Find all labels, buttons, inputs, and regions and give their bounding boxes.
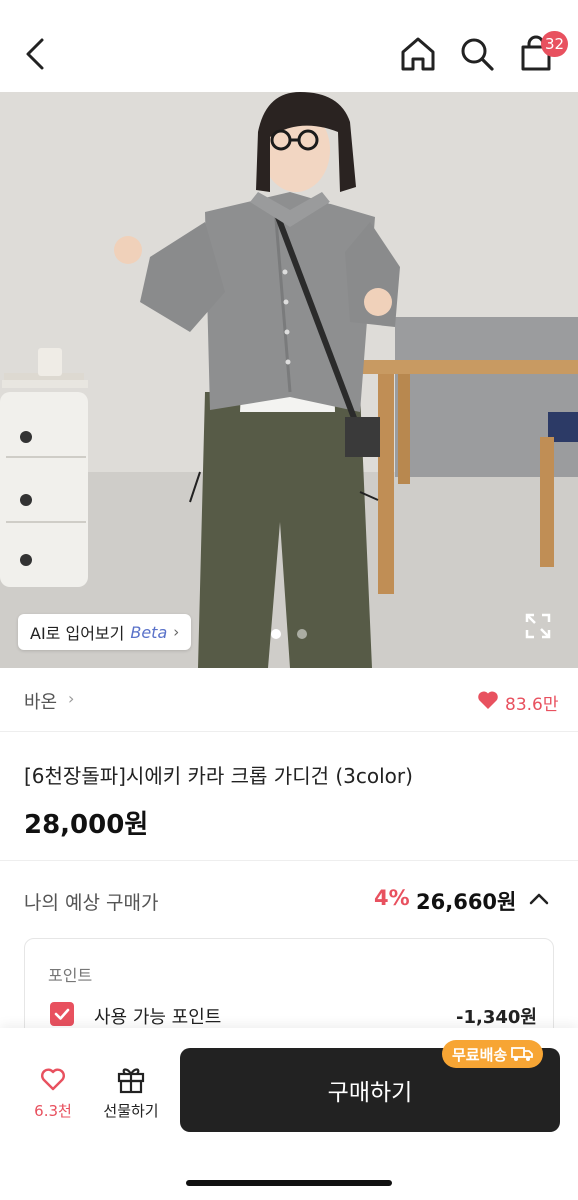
heart-outline-icon [41,1068,65,1091]
cart-count-badge: 32 [541,31,569,57]
gift-button[interactable]: 선물하기 [96,1060,166,1130]
ai-tryon-label: AI로 입어보기 [30,624,125,643]
use-points-label: 사용 가능 포인트 [94,1007,222,1028]
chevron-up-icon [529,893,549,905]
app-header: 32 [0,0,578,92]
divider [0,860,578,861]
chevron-right-icon: › [173,623,180,641]
search-icon [461,38,494,71]
search-button[interactable] [457,34,497,74]
free-shipping-label: 무료배송 [452,1045,508,1064]
product-title: [6천장돌파]시에키 카라 크롭 가디건 (3color) [24,764,413,788]
product-photo-illustration [0,92,578,668]
back-arrow-icon [26,38,44,70]
carousel-dot[interactable] [297,629,307,639]
gift-label: 선물하기 [103,1102,159,1120]
wishlist-count: 6.3천 [34,1102,72,1120]
expand-image-button[interactable] [524,612,552,640]
checkmark-icon [54,1008,70,1020]
back-button[interactable] [18,34,54,74]
use-points-checkbox[interactable] [50,1002,74,1026]
expected-price: 26,660원 [416,890,517,914]
free-shipping-badge: 무료배송 [442,1040,544,1068]
points-amount: -1,340원 [456,1007,537,1028]
brand-like-count: 83.6만 [505,695,559,715]
truck-icon [511,1047,534,1061]
brand-name-link[interactable]: 바온 [24,688,57,714]
heart-filled-icon[interactable] [476,688,500,712]
expected-discount: 4% [374,886,410,910]
expected-price-toggle[interactable] [526,886,552,912]
product-price: 28,000원 [24,810,149,840]
chevron-right-icon: › [68,689,75,708]
expand-icon [525,613,551,639]
home-icon [401,37,435,71]
carousel-dot-active[interactable] [271,629,281,639]
brand-row: 바온 › 83.6만 [0,668,578,732]
beta-tag: Beta [130,622,168,642]
expected-price-label: 나의 예상 구매가 [24,892,159,914]
points-title: 포인트 [48,966,93,985]
wishlist-button[interactable]: 6.3천 [24,1060,82,1130]
ai-tryon-button[interactable]: AI로 입어보기 Beta › [18,614,192,650]
product-image[interactable] [0,92,578,668]
gift-icon [117,1068,145,1094]
home-button[interactable] [398,34,438,74]
home-indicator [186,1180,392,1186]
